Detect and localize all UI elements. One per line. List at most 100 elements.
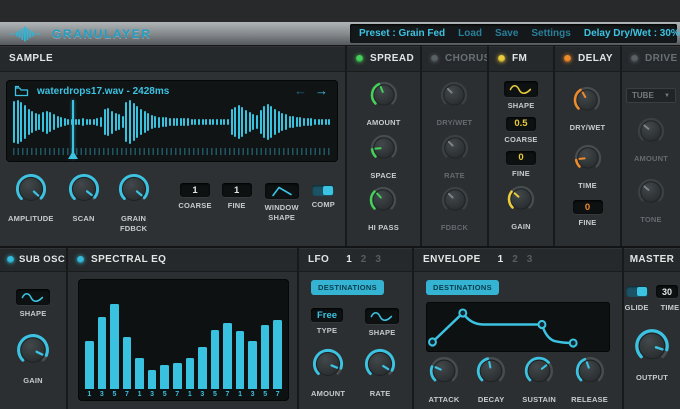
scan-knob[interactable]: SCAN <box>67 172 101 234</box>
eq-band[interactable]: 1 <box>85 287 94 398</box>
delay-fine-value[interactable]: 0 <box>572 200 603 215</box>
spread-amount-knob[interactable]: AMOUNT <box>366 80 400 128</box>
chorus-power-led[interactable] <box>431 55 438 62</box>
next-sample-icon[interactable]: → <box>315 84 328 97</box>
fm-fine-value[interactable]: 0 <box>506 150 536 165</box>
eq-bar[interactable] <box>135 358 144 389</box>
preset-name[interactable]: Preset : Grain Fed <box>359 28 445 39</box>
eq-bar[interactable] <box>260 325 270 389</box>
delay-time-knob[interactable]: TIME <box>573 143 603 191</box>
eq-bar[interactable] <box>160 364 169 389</box>
prev-sample-icon[interactable]: ← <box>294 84 307 97</box>
drive-power-led[interactable] <box>631 55 638 62</box>
spectral-eq-graph[interactable]: 1357135713571357 <box>78 279 289 401</box>
eq-bar[interactable] <box>273 320 282 389</box>
eq-band[interactable]: 5 <box>260 287 270 398</box>
release-knob[interactable]: RELEASE <box>571 355 608 405</box>
eq-bar[interactable] <box>172 362 182 389</box>
chorus-drywet-knob[interactable]: DRY/WET <box>437 80 473 128</box>
window-shape-selector[interactable] <box>264 183 299 199</box>
attack-knob[interactable]: ATTACK <box>428 355 460 405</box>
coarse-value[interactable]: 1 <box>180 183 211 197</box>
fine-value[interactable]: 1 <box>221 183 252 197</box>
eq-band[interactable]: 5 <box>210 287 220 398</box>
subosc-gain-knob[interactable]: GAIN <box>15 332 51 386</box>
load-folder-icon[interactable] <box>14 85 29 97</box>
lfo-destinations-button[interactable]: DESTINATIONS <box>311 280 384 295</box>
grain-feedback-knob[interactable]: GRAIN FDBCK <box>114 172 154 234</box>
lfo-tab-3[interactable]: 3 <box>375 254 381 265</box>
envelope-point[interactable] <box>428 337 437 347</box>
eq-band[interactable]: 1 <box>185 287 195 398</box>
fm-power-led[interactable] <box>498 55 505 62</box>
spectral-eq-power-led[interactable] <box>77 256 84 263</box>
comp-toggle[interactable] <box>312 185 335 196</box>
sustain-knob[interactable]: SUSTAIN <box>522 355 556 405</box>
envelope-point[interactable] <box>568 338 578 348</box>
amplitude-knob[interactable]: AMPLITUDE <box>8 172 54 234</box>
chorus-fdbck-knob[interactable]: FDBCK <box>440 185 470 233</box>
eq-band[interactable]: 3 <box>147 287 157 398</box>
envelope-point[interactable] <box>458 308 468 318</box>
eq-bar[interactable] <box>210 329 220 389</box>
eq-bar[interactable] <box>223 323 232 389</box>
settings-button[interactable]: Settings <box>531 28 570 39</box>
envelope-graph[interactable] <box>426 302 610 352</box>
eq-bar[interactable] <box>85 341 94 389</box>
delay-power-led[interactable] <box>564 55 571 62</box>
decay-knob[interactable]: DECAY <box>475 355 507 405</box>
eq-band[interactable]: 7 <box>273 287 282 398</box>
subosc-shape-selector[interactable] <box>16 289 50 306</box>
save-button[interactable]: Save <box>495 28 518 39</box>
spread-hipass-knob[interactable]: HI PASS <box>368 185 399 233</box>
waveform-display[interactable]: waterdrops17.wav - 2428ms ← → <box>6 80 338 162</box>
fm-coarse-value[interactable]: 0.5 <box>505 116 536 131</box>
fm-gain-knob[interactable]: GAIN <box>506 184 536 232</box>
chorus-rate-knob[interactable]: RATE <box>440 133 470 181</box>
playhead-handle[interactable] <box>68 151 78 159</box>
eq-band[interactable]: 3 <box>198 287 207 398</box>
eq-band[interactable]: 3 <box>248 287 257 398</box>
eq-band[interactable]: 7 <box>223 287 232 398</box>
envelope-tab-1[interactable]: 1 <box>498 254 504 265</box>
lfo-type-value[interactable]: Free <box>311 308 343 322</box>
lfo-shape-selector[interactable] <box>365 308 399 324</box>
drive-amount-knob[interactable]: AMOUNT <box>634 116 668 164</box>
load-button[interactable]: Load <box>458 28 482 39</box>
lfo-tab-1[interactable]: 1 <box>346 254 352 265</box>
eq-band[interactable]: 5 <box>160 287 169 398</box>
eq-bar[interactable] <box>235 330 245 389</box>
lfo-tab-2[interactable]: 2 <box>361 254 367 265</box>
eq-band[interactable]: 1 <box>135 287 144 398</box>
eq-bar[interactable] <box>110 304 119 389</box>
eq-bar[interactable] <box>97 316 107 389</box>
eq-band[interactable]: 1 <box>235 287 245 398</box>
sine-wave-icon <box>509 84 532 94</box>
eq-band[interactable]: 3 <box>97 287 107 398</box>
delay-drywet-knob[interactable]: DRY/WET <box>570 85 606 133</box>
subosc-power-led[interactable] <box>7 256 14 263</box>
envelope-tab-3[interactable]: 3 <box>527 254 533 265</box>
eq-band[interactable]: 7 <box>172 287 182 398</box>
eq-band[interactable]: 5 <box>110 287 119 398</box>
eq-bar[interactable] <box>198 346 207 389</box>
eq-bar[interactable] <box>248 341 257 389</box>
envelope-destinations-button[interactable]: DESTINATIONS <box>426 280 499 295</box>
fm-shape-selector[interactable] <box>504 81 538 97</box>
eq-bar[interactable] <box>147 370 157 389</box>
eq-bar[interactable] <box>122 337 132 389</box>
lfo-amount-knob[interactable]: AMOUNT <box>311 347 345 399</box>
glide-time-value[interactable]: 30 <box>656 285 678 298</box>
glide-toggle[interactable] <box>626 286 648 297</box>
spread-power-led[interactable] <box>356 55 363 62</box>
drive-tone-knob[interactable]: TONE <box>636 177 666 225</box>
eq-band[interactable]: 7 <box>122 287 132 398</box>
output-knob[interactable]: OUTPUT <box>633 327 671 383</box>
eq-band-label: 3 <box>99 391 104 398</box>
eq-bar[interactable] <box>185 358 195 389</box>
spread-space-knob[interactable]: SPACE <box>369 133 399 181</box>
envelope-tab-2[interactable]: 2 <box>512 254 518 265</box>
envelope-point[interactable] <box>537 319 547 330</box>
lfo-rate-knob[interactable]: RATE <box>363 347 397 399</box>
drive-type-dropdown[interactable]: TUBE ▼ <box>626 88 676 104</box>
